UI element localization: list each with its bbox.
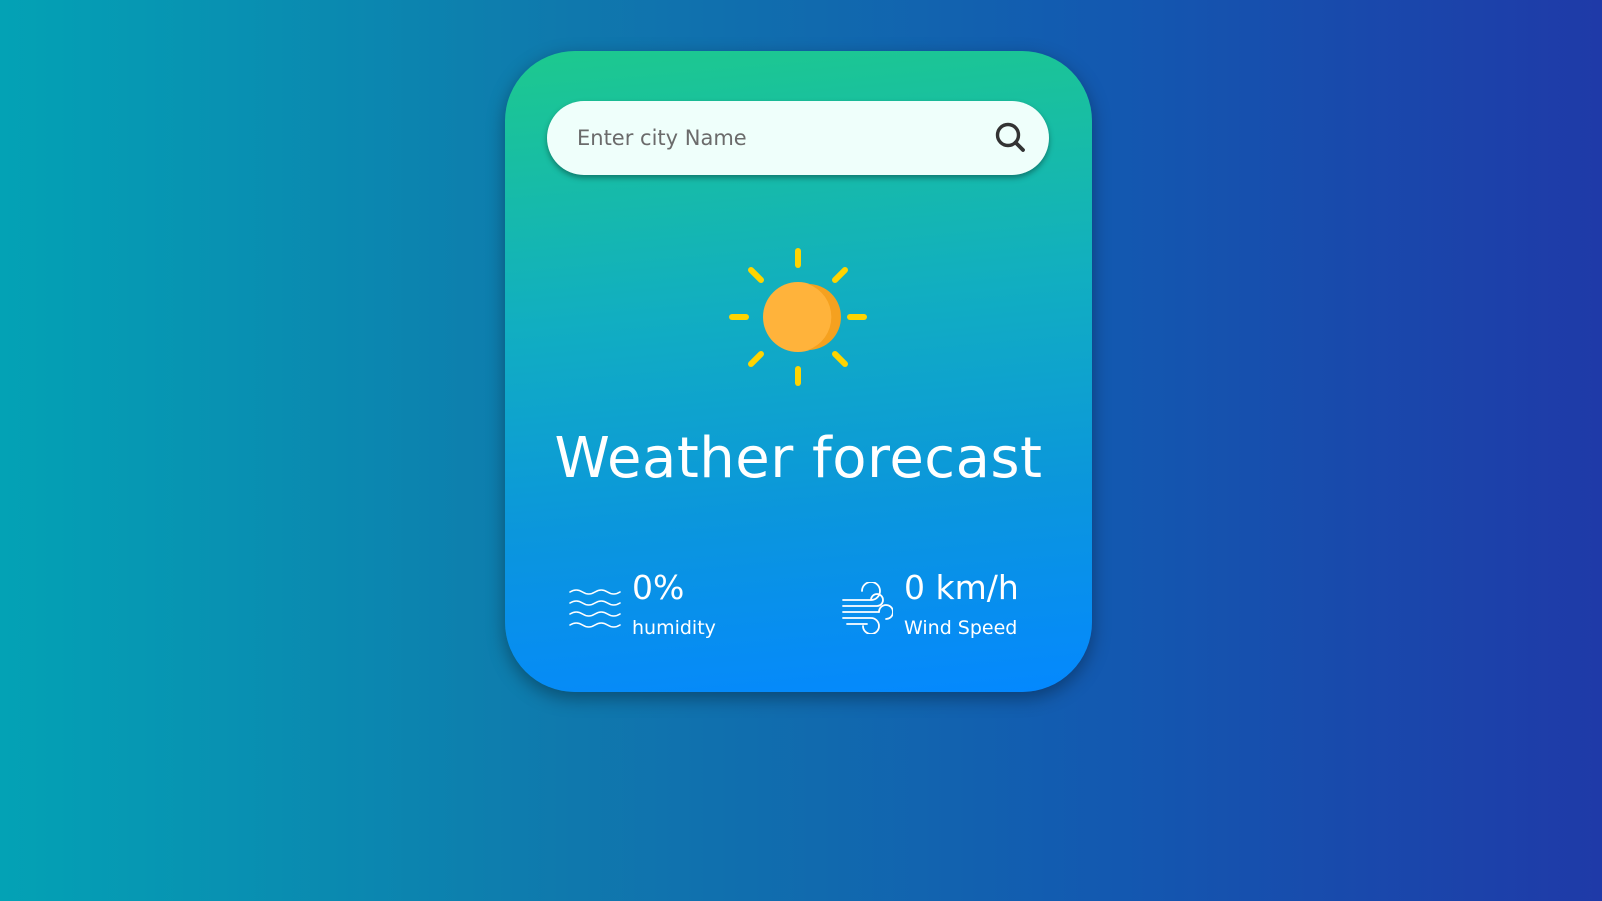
search-button[interactable] [989,116,1033,160]
wind-speed-label: Wind Speed [904,617,1018,639]
search-input[interactable] [577,101,977,175]
weather-card: Weather forecast 0% humidity 0 km/h [505,51,1092,692]
wind-speed-value: 0 km/h [904,568,1019,607]
search-bar [547,101,1049,175]
wind-icon [842,582,893,634]
page-title: Weather forecast [554,426,1043,491]
humidity-label: humidity [632,617,716,639]
search-icon [995,122,1025,152]
humidity-value: 0% [632,568,685,607]
waves-icon [569,589,621,628]
sun-icon [729,248,867,386]
wind-stat: 0 km/h Wind Speed [841,566,1061,646]
humidity-stat: 0% humidity [569,566,789,646]
